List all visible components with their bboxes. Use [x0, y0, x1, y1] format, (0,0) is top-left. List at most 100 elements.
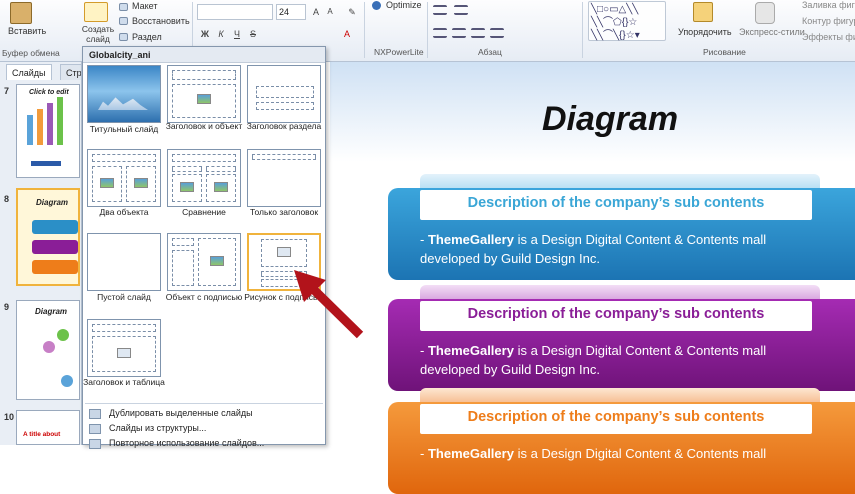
shrink-font-button[interactable]: A: [323, 6, 337, 18]
drawing-group-label: Рисование: [703, 47, 746, 57]
layout-title-and-content[interactable]: [167, 65, 241, 123]
picture-icon: [180, 182, 194, 192]
menu-label: Повторное использование слайдов...: [109, 438, 265, 448]
align-right-icon[interactable]: [471, 28, 485, 38]
underline-button[interactable]: Ч: [230, 28, 244, 40]
placeholder: [92, 324, 156, 332]
menu-duplicate-slides[interactable]: Дублировать выделенные слайды: [89, 406, 253, 420]
layout-gallery: Globalcity_ani Титульный слайд Заголовок…: [82, 46, 326, 449]
clear-format-button[interactable]: ✎: [345, 6, 359, 18]
layout-label: Сравнение: [182, 207, 226, 217]
placeholder: [172, 238, 194, 246]
thumb-bar: [32, 260, 78, 274]
font-family-combo[interactable]: [197, 4, 273, 20]
layout-preview-title: [88, 66, 160, 122]
tab-slides[interactable]: Слайды: [6, 64, 52, 80]
slide-thumbnail-7[interactable]: Click to edit: [16, 84, 80, 178]
duplicate-icon: [89, 408, 101, 419]
thumb-title: Click to edit: [29, 89, 69, 96]
shape-outline-button[interactable]: Контур фигуры: [802, 16, 855, 26]
grow-font-button[interactable]: A: [309, 6, 323, 18]
layout-button[interactable]: Макет: [132, 1, 157, 11]
optimize-button[interactable]: Optimize: [386, 0, 422, 10]
section-icon: [119, 33, 128, 41]
section-button[interactable]: Раздел: [132, 32, 162, 42]
block-cap: [420, 388, 820, 402]
thumb-number: 9: [4, 302, 10, 312]
slide-canvas[interactable]: Diagram Description of the company’s sub…: [330, 62, 855, 494]
layout-title-slide[interactable]: [87, 65, 161, 123]
layout-blank[interactable]: [87, 233, 161, 291]
placeholder: [172, 166, 202, 172]
arrow-shaft: [304, 280, 364, 339]
brand-name: ThemeGallery: [427, 343, 514, 358]
paste-icon[interactable]: [10, 2, 32, 24]
bullets-icon[interactable]: [433, 5, 447, 15]
content-block-1[interactable]: Description of the company’s sub content…: [388, 188, 855, 280]
content-block-3[interactable]: Description of the company’s sub content…: [388, 402, 855, 494]
layout-label: Объект с подписью: [165, 292, 243, 302]
thumb-chart: [47, 103, 53, 145]
slide-thumbnail-10[interactable]: A title about: [16, 410, 80, 445]
reset-icon: [119, 17, 128, 25]
new-slide-button[interactable]: Создать слайд: [80, 24, 116, 44]
tab-outline[interactable]: Структура: [60, 64, 82, 80]
picture-icon: [214, 182, 228, 192]
arrange-icon[interactable]: [693, 2, 713, 22]
desc-line1: is a Design Digital Content & Contents m…: [513, 343, 767, 358]
new-slide-icon[interactable]: [84, 2, 108, 22]
layout-two-content[interactable]: [87, 149, 161, 207]
font-size-combo[interactable]: 24: [276, 4, 306, 20]
menu-slides-from-outline[interactable]: Слайды из структуры...: [89, 421, 206, 435]
layout-label: Два объекта: [99, 207, 149, 217]
reset-button[interactable]: Восстановить: [132, 16, 190, 26]
justify-icon[interactable]: [490, 28, 504, 38]
layout-title-only[interactable]: [247, 149, 321, 207]
placeholder: [92, 154, 156, 162]
thumb-title: Diagram: [36, 198, 69, 207]
picture-icon: [210, 256, 224, 266]
outline-icon: [89, 423, 101, 434]
paragraph-group-label: Абзац: [478, 47, 502, 57]
menu-reuse-slides[interactable]: Повторное использование слайдов...: [89, 436, 264, 450]
arrange-button[interactable]: Упорядочить: [678, 27, 732, 37]
shape-fill-button[interactable]: Заливка фигуры: [802, 0, 855, 10]
content-block-2[interactable]: Description of the company’s sub content…: [388, 299, 855, 391]
block-heading: Description of the company’s sub content…: [420, 404, 812, 434]
block-description: - ThemeGallery is a Design Digital Conte…: [420, 446, 767, 461]
font-size-value: 24: [279, 7, 290, 17]
brand-name: ThemeGallery: [427, 446, 514, 461]
layout-icon: [119, 3, 128, 11]
strike-button[interactable]: S: [246, 28, 260, 40]
quick-styles-button[interactable]: Экспресс-стили: [739, 27, 805, 37]
bold-button[interactable]: Ж: [198, 28, 212, 40]
slide-thumbnail-8[interactable]: Diagram: [16, 188, 80, 286]
table-icon: [117, 348, 131, 358]
paste-button[interactable]: Вставить: [8, 26, 46, 36]
placeholder: [256, 86, 314, 98]
placeholder: [172, 250, 194, 286]
layout-section-header[interactable]: [247, 65, 321, 123]
slide-title[interactable]: Diagram: [542, 100, 678, 139]
layout-title-and-table[interactable]: [87, 319, 161, 377]
slide-thumbnail-9[interactable]: Diagram: [16, 300, 80, 400]
gallery-header: Globalcity_ani: [83, 47, 325, 63]
numbering-icon[interactable]: [454, 5, 468, 15]
align-center-icon[interactable]: [452, 28, 466, 38]
layout-label: Пустой слайд: [97, 292, 151, 302]
quick-styles-icon[interactable]: [755, 2, 775, 24]
italic-button[interactable]: К: [214, 28, 228, 40]
layout-label: Заголовок и объект: [165, 121, 243, 131]
menu-label: Слайды из структуры...: [109, 423, 207, 433]
thumb-title: Diagram: [35, 307, 68, 316]
picture-icon: [100, 178, 114, 188]
shape-effects-button[interactable]: Эффекты фигур: [802, 32, 855, 42]
menu-divider: [85, 403, 323, 404]
font-color-button[interactable]: A: [340, 28, 354, 40]
layout-content-with-caption[interactable]: [167, 233, 241, 291]
align-left-icon[interactable]: [433, 28, 447, 38]
desc-line1: is a Design Digital Content & Contents m…: [513, 446, 767, 461]
layout-comparison[interactable]: [167, 149, 241, 207]
desc-line2: developed by Guild Design Inc.: [420, 362, 600, 377]
block-cap: [420, 174, 820, 188]
